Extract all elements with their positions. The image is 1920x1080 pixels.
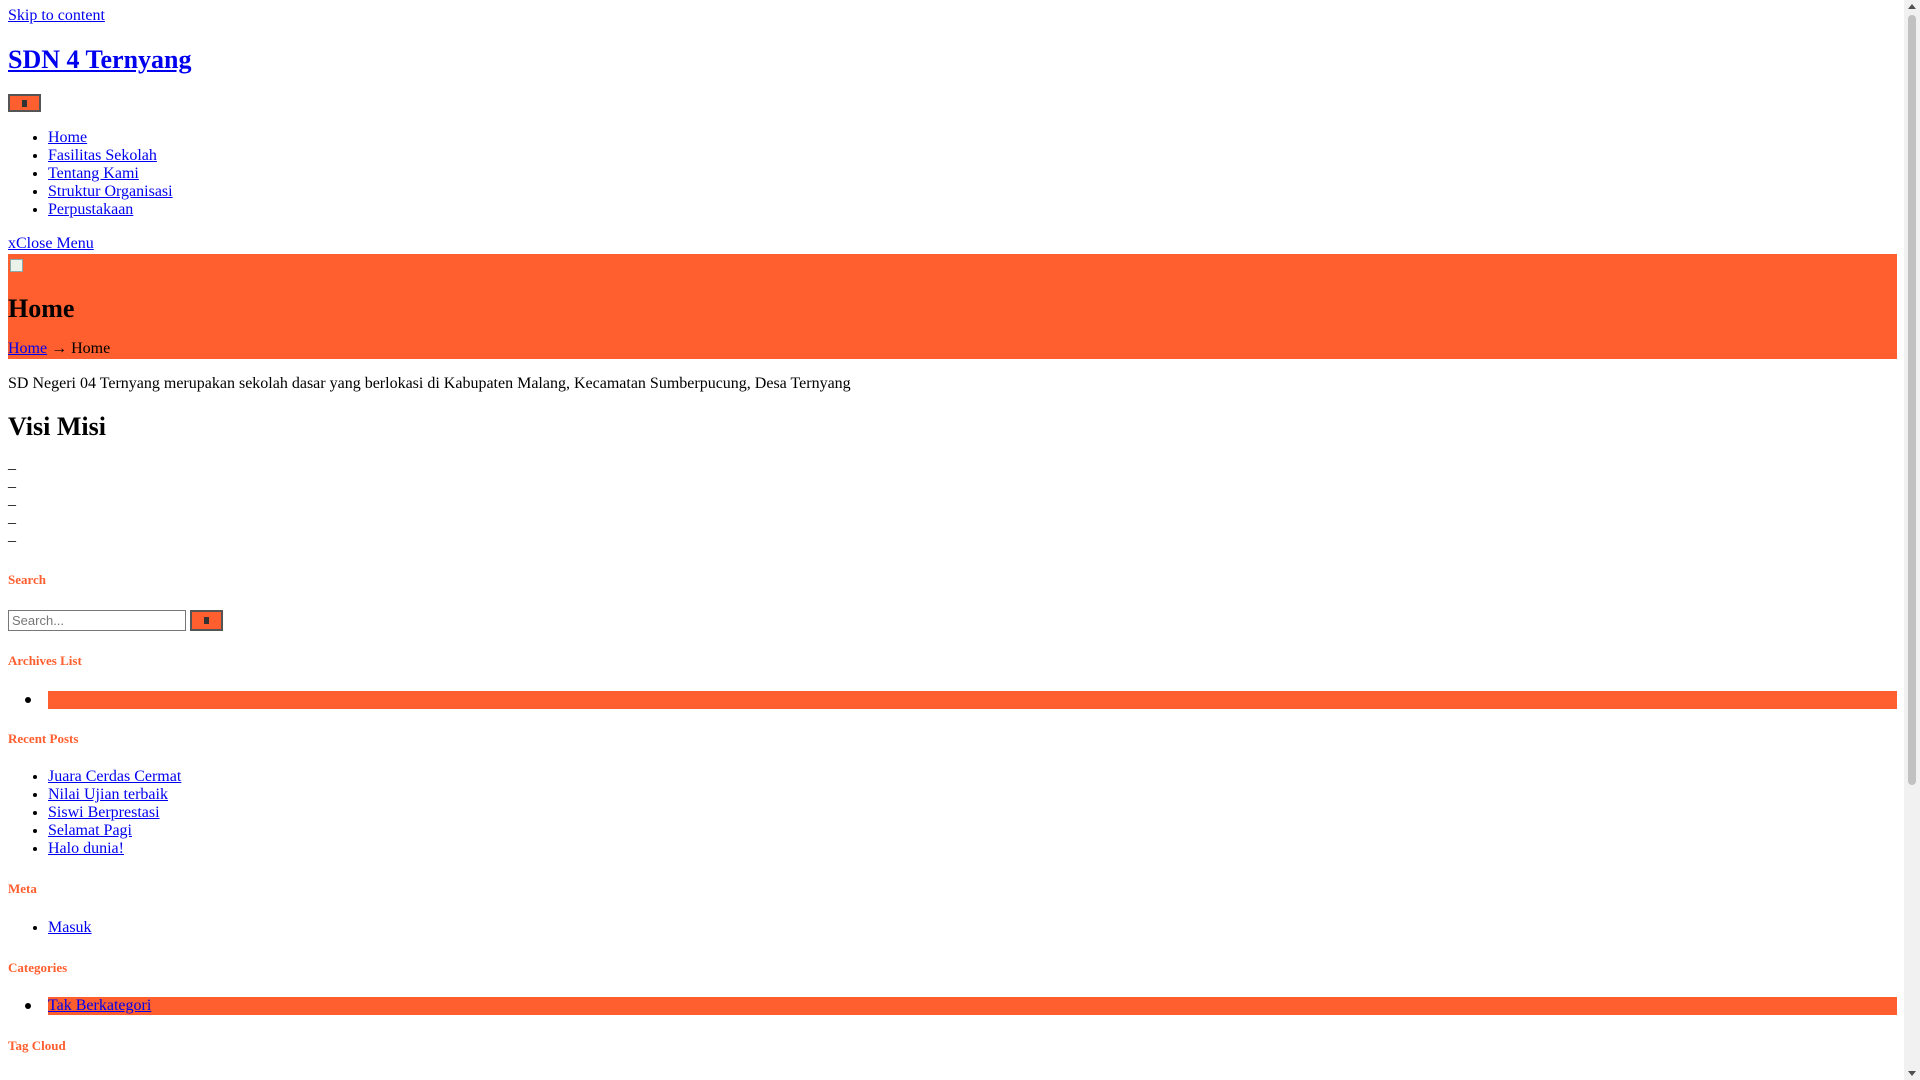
search-icon <box>204 617 209 624</box>
recent-posts-widget-title: Recent Posts <box>8 731 79 746</box>
recent-post-link[interactable]: Halo dunia! <box>48 840 124 857</box>
scrollbar-thumb[interactable] <box>1908 15 1916 785</box>
list-bullet <box>25 697 31 703</box>
recent-post-link[interactable]: Siswi Berprestasi <box>48 804 160 821</box>
close-icon: x <box>8 235 16 252</box>
menu-toggle-button[interactable] <box>8 94 41 112</box>
broken-image-icon <box>8 257 24 273</box>
nav-link-fasilitas-sekolah[interactable]: Fasilitas Sekolah <box>48 147 157 164</box>
list-item: Nilai Ujian terbaik <box>48 786 181 804</box>
recent-post-link[interactable]: Nilai Ujian terbaik <box>48 786 168 803</box>
list-item: Juara Cerdas Cermat <box>48 768 181 786</box>
tag-cloud-widget-title: Tag Cloud <box>8 1038 66 1053</box>
list-item: Halo dunia! <box>48 840 181 858</box>
scroll-down-arrow-icon[interactable] <box>1908 1071 1916 1076</box>
primary-nav: Home Fasilitas Sekolah Tentang Kami Stru… <box>8 129 173 219</box>
site-title[interactable]: SDN 4 Ternyang <box>8 45 192 75</box>
list-item: Selamat Pagi <box>48 822 181 840</box>
breadcrumb-current: Home <box>71 340 111 357</box>
visi-misi-content: _ _ _ _ _ <box>8 455 16 545</box>
search-widget-title: Search <box>8 572 47 587</box>
list-item: Masuk <box>48 919 92 937</box>
categories-list-item: Tak Berkategori <box>48 997 1897 1015</box>
search-form <box>8 610 223 631</box>
meta-list: Masuk <box>8 919 92 937</box>
breadcrumb-home-link[interactable]: Home <box>8 340 47 357</box>
recent-post-link[interactable]: Selamat Pagi <box>48 822 132 839</box>
list-item: Siswi Berprestasi <box>48 804 181 822</box>
nav-item-fasilitas-sekolah: Fasilitas Sekolah <box>48 147 173 165</box>
close-menu-label: Close Menu <box>16 235 94 252</box>
nav-item-perpustakaan: Perpustakaan <box>48 201 173 219</box>
hamburger-icon <box>22 99 27 107</box>
archives-widget-title: Archives List <box>8 653 82 668</box>
categories-widget-title: Categories <box>8 960 68 975</box>
visi-misi-heading: Visi Misi <box>8 412 106 441</box>
visi-misi-line: _ <box>8 527 16 544</box>
viewport: Skip to content SDN 4 Ternyang Home Fasi… <box>0 0 1904 1080</box>
visi-misi-line: _ <box>8 509 16 526</box>
search-input[interactable] <box>8 610 186 631</box>
nav-link-perpustakaan[interactable]: Perpustakaan <box>48 201 133 218</box>
archives-list-item <box>48 691 1897 709</box>
visi-misi-line: _ <box>8 491 16 508</box>
nav-link-home[interactable]: Home <box>48 129 87 146</box>
page-title: Home <box>8 294 75 323</box>
page-header-banner: Home Home → Home <box>8 254 1897 359</box>
search-submit-button[interactable] <box>190 610 223 631</box>
recent-post-link[interactable]: Juara Cerdas Cermat <box>48 768 181 785</box>
list-bullet <box>25 1003 31 1009</box>
breadcrumb-separator: → <box>51 340 68 357</box>
breadcrumb: Home → Home <box>8 340 110 358</box>
visi-misi-line: _ <box>8 455 16 472</box>
close-menu-link[interactable]: xClose Menu <box>8 235 94 253</box>
intro-paragraph: SD Negeri 04 Ternyang merupakan sekolah … <box>8 375 851 392</box>
login-link[interactable]: Masuk <box>48 919 92 936</box>
visi-misi-line: _ <box>8 473 16 490</box>
nav-item-tentang-kami: Tentang Kami <box>48 165 173 183</box>
vertical-scrollbar[interactable] <box>1904 0 1920 1080</box>
nav-item-struktur-organisasi: Struktur Organisasi <box>48 183 173 201</box>
recent-posts-list: Juara Cerdas Cermat Nilai Ujian terbaik … <box>8 768 181 858</box>
category-link[interactable]: Tak Berkategori <box>48 997 151 1014</box>
nav-link-tentang-kami[interactable]: Tentang Kami <box>48 165 139 182</box>
nav-item-home: Home <box>48 129 173 147</box>
meta-widget-title: Meta <box>8 881 37 896</box>
skip-to-content-link[interactable]: Skip to content <box>8 7 105 25</box>
scroll-up-arrow-icon[interactable] <box>1908 4 1916 9</box>
nav-link-struktur-organisasi[interactable]: Struktur Organisasi <box>48 183 173 200</box>
